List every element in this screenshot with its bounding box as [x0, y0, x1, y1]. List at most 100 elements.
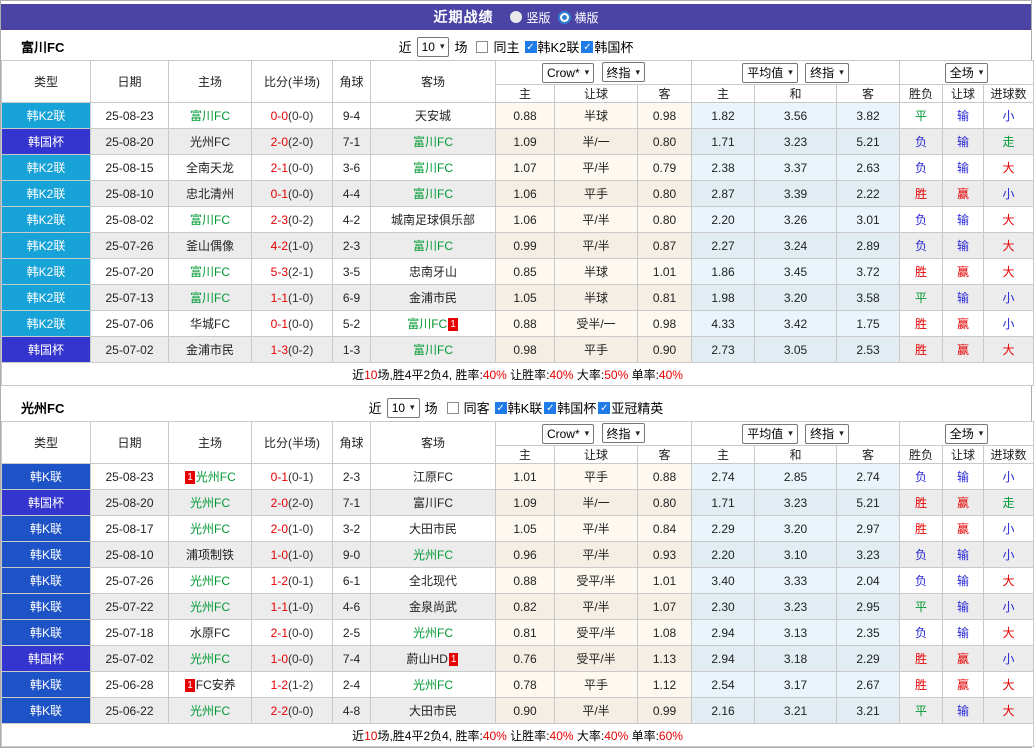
team-title: 富川FC [21, 37, 64, 56]
halftime-score: (1-0) [288, 291, 313, 305]
result-2: 小 [984, 103, 1034, 129]
vertical-layout-radio[interactable] [510, 11, 522, 23]
col-date: 日期 [91, 422, 169, 464]
odds-select-group: Crow*▾ 终指▾ [496, 422, 692, 446]
home-team-name: 水原FC [190, 626, 230, 640]
handicap-odds-2: 0.93 [638, 542, 692, 568]
footer-text: 近 [352, 729, 364, 743]
col-type: 类型 [2, 422, 91, 464]
horizontal-layout-radio[interactable] [558, 11, 571, 24]
league-checkbox[interactable]: ✓ [525, 41, 537, 53]
handicap-odds-1: 平/半 [555, 594, 638, 620]
result-1: 赢 [943, 337, 984, 363]
red-card-badge: 1 [185, 679, 195, 692]
result-0: 胜 [900, 672, 943, 698]
fulltime-score: 1-1 [271, 600, 288, 614]
match-row: 韩K联25-08-231光州FC0-1(0-1)2-3江原FC1.01平手0.8… [2, 464, 1034, 490]
league-badge-cell: 韩K2联 [2, 285, 91, 311]
team-section-gwangju: 光州FC 近 10▾ 场 同客 ✓韩K联✓韩国杯✓亚冠精英 类型 日期 主场 比… [1, 394, 1031, 747]
league-checkbox[interactable]: ✓ [598, 402, 610, 414]
match-date: 25-07-26 [91, 233, 169, 259]
section-divider [1, 386, 1031, 394]
halftime-score: (0-2) [288, 213, 313, 227]
match-date: 25-07-13 [91, 285, 169, 311]
avg-stage-select[interactable]: 终指▾ [805, 424, 849, 444]
away-team-cell: 大田市民 [371, 516, 496, 542]
horizontal-layout-option[interactable]: 横版 [558, 9, 599, 26]
match-row: 韩K2联25-07-13富川FC1-1(1-0)6-9金浦市民1.05半球0.8… [2, 285, 1034, 311]
scope-select[interactable]: 全场▾ [945, 63, 989, 83]
avg-odds-0: 1.71 [692, 129, 755, 155]
avg-odds-0: 1.98 [692, 285, 755, 311]
away-team-cell: 光州FC [371, 620, 496, 646]
avg-odds-0: 2.54 [692, 672, 755, 698]
footer-text: 大率: [574, 368, 605, 382]
odds-company-select[interactable]: Crow*▾ [542, 63, 594, 83]
vertical-layout-option[interactable]: 竖版 [510, 9, 550, 26]
home-team-cell: 1FC安养 [169, 672, 252, 698]
league-checkbox[interactable]: ✓ [495, 402, 507, 414]
chevron-down-icon: ▾ [788, 67, 793, 78]
league-checkbox[interactable]: ✓ [581, 41, 593, 53]
result-0: 平 [900, 698, 943, 724]
home-team-name: 全南天龙 [186, 161, 234, 175]
league-checkbox[interactable]: ✓ [544, 402, 556, 414]
odds-stage-select[interactable]: 终指▾ [602, 423, 646, 443]
avg-odds-2: 3.58 [837, 285, 900, 311]
select-value: 10 [392, 401, 405, 415]
handicap-odds-2: 1.08 [638, 620, 692, 646]
avg-stage-select[interactable]: 终指▾ [805, 63, 849, 83]
home-team-cell: 光州FC [169, 568, 252, 594]
chevron-down-icon: ▾ [839, 67, 844, 78]
avg-odds-2: 2.35 [837, 620, 900, 646]
corner-score: 2-5 [333, 620, 371, 646]
avg-odds-1: 3.21 [755, 698, 837, 724]
league-checkbox-label: 韩国杯 [594, 37, 633, 56]
page: 近期战绩 竖版 横版 富川FC 近 10▾ 场 同主 ✓韩K2联✓韩国杯 [0, 0, 1032, 748]
red-card-badge: 1 [185, 471, 195, 484]
match-score-cell: 2-1(0-0) [252, 155, 333, 181]
home-team-cell: 忠北清州 [169, 181, 252, 207]
result-0: 平 [900, 103, 943, 129]
avg-odds-2: 3.82 [837, 103, 900, 129]
odds-stage-select[interactable]: 终指▾ [602, 62, 646, 82]
same-venue-checkbox[interactable] [476, 41, 488, 53]
result-1: 输 [943, 207, 984, 233]
handicap-odds-1: 平手 [555, 464, 638, 490]
match-row: 韩K联25-08-10浦项制铁1-0(1-0)9-0光州FC0.96平/半0.9… [2, 542, 1034, 568]
away-team-cell: 天安城 [371, 103, 496, 129]
avg-odds-0: 2.29 [692, 516, 755, 542]
avg-odds-2: 3.23 [837, 542, 900, 568]
avg-company-select[interactable]: 平均值 ▾ [742, 424, 798, 444]
result-0: 胜 [900, 646, 943, 672]
result-2: 小 [984, 181, 1034, 207]
fulltime-score: 1-1 [271, 291, 288, 305]
fulltime-score: 0-0 [271, 109, 288, 123]
match-row: 韩K2联25-07-06华城FC0-1(0-0)5-2富川FC10.88受半/一… [2, 311, 1034, 337]
odds-company-select[interactable]: Crow*▾ [542, 424, 594, 444]
away-team-cell: 富川FC [371, 181, 496, 207]
handicap-odds-0: 0.85 [496, 259, 555, 285]
league-checkbox-label: 韩国杯 [557, 398, 596, 417]
recent-count-select[interactable]: 10▾ [387, 398, 420, 418]
recent-count-select[interactable]: 10▾ [417, 37, 450, 57]
match-score-cell: 1-2(0-1) [252, 568, 333, 594]
avg-odds-0: 2.16 [692, 698, 755, 724]
handicap-odds-2: 0.98 [638, 311, 692, 337]
halftime-score: (2-0) [288, 496, 313, 510]
match-score-cell: 1-3(0-2) [252, 337, 333, 363]
scope-select[interactable]: 全场▾ [945, 424, 989, 444]
footer-text: 大率: [574, 729, 605, 743]
result-1: 输 [943, 542, 984, 568]
same-venue-checkbox[interactable] [447, 402, 459, 414]
match-date: 25-08-02 [91, 207, 169, 233]
avg-odds-2: 2.89 [837, 233, 900, 259]
recent-label: 近 [399, 37, 412, 56]
select-value: 平均值 [747, 425, 783, 442]
select-value: 终指 [607, 425, 631, 442]
chevron-down-icon: ▾ [788, 428, 793, 439]
handicap-odds-0: 1.05 [496, 285, 555, 311]
handicap-odds-1: 平手 [555, 672, 638, 698]
avg-company-select[interactable]: 平均值▾ [742, 63, 798, 83]
match-score-cell: 2-2(0-0) [252, 698, 333, 724]
